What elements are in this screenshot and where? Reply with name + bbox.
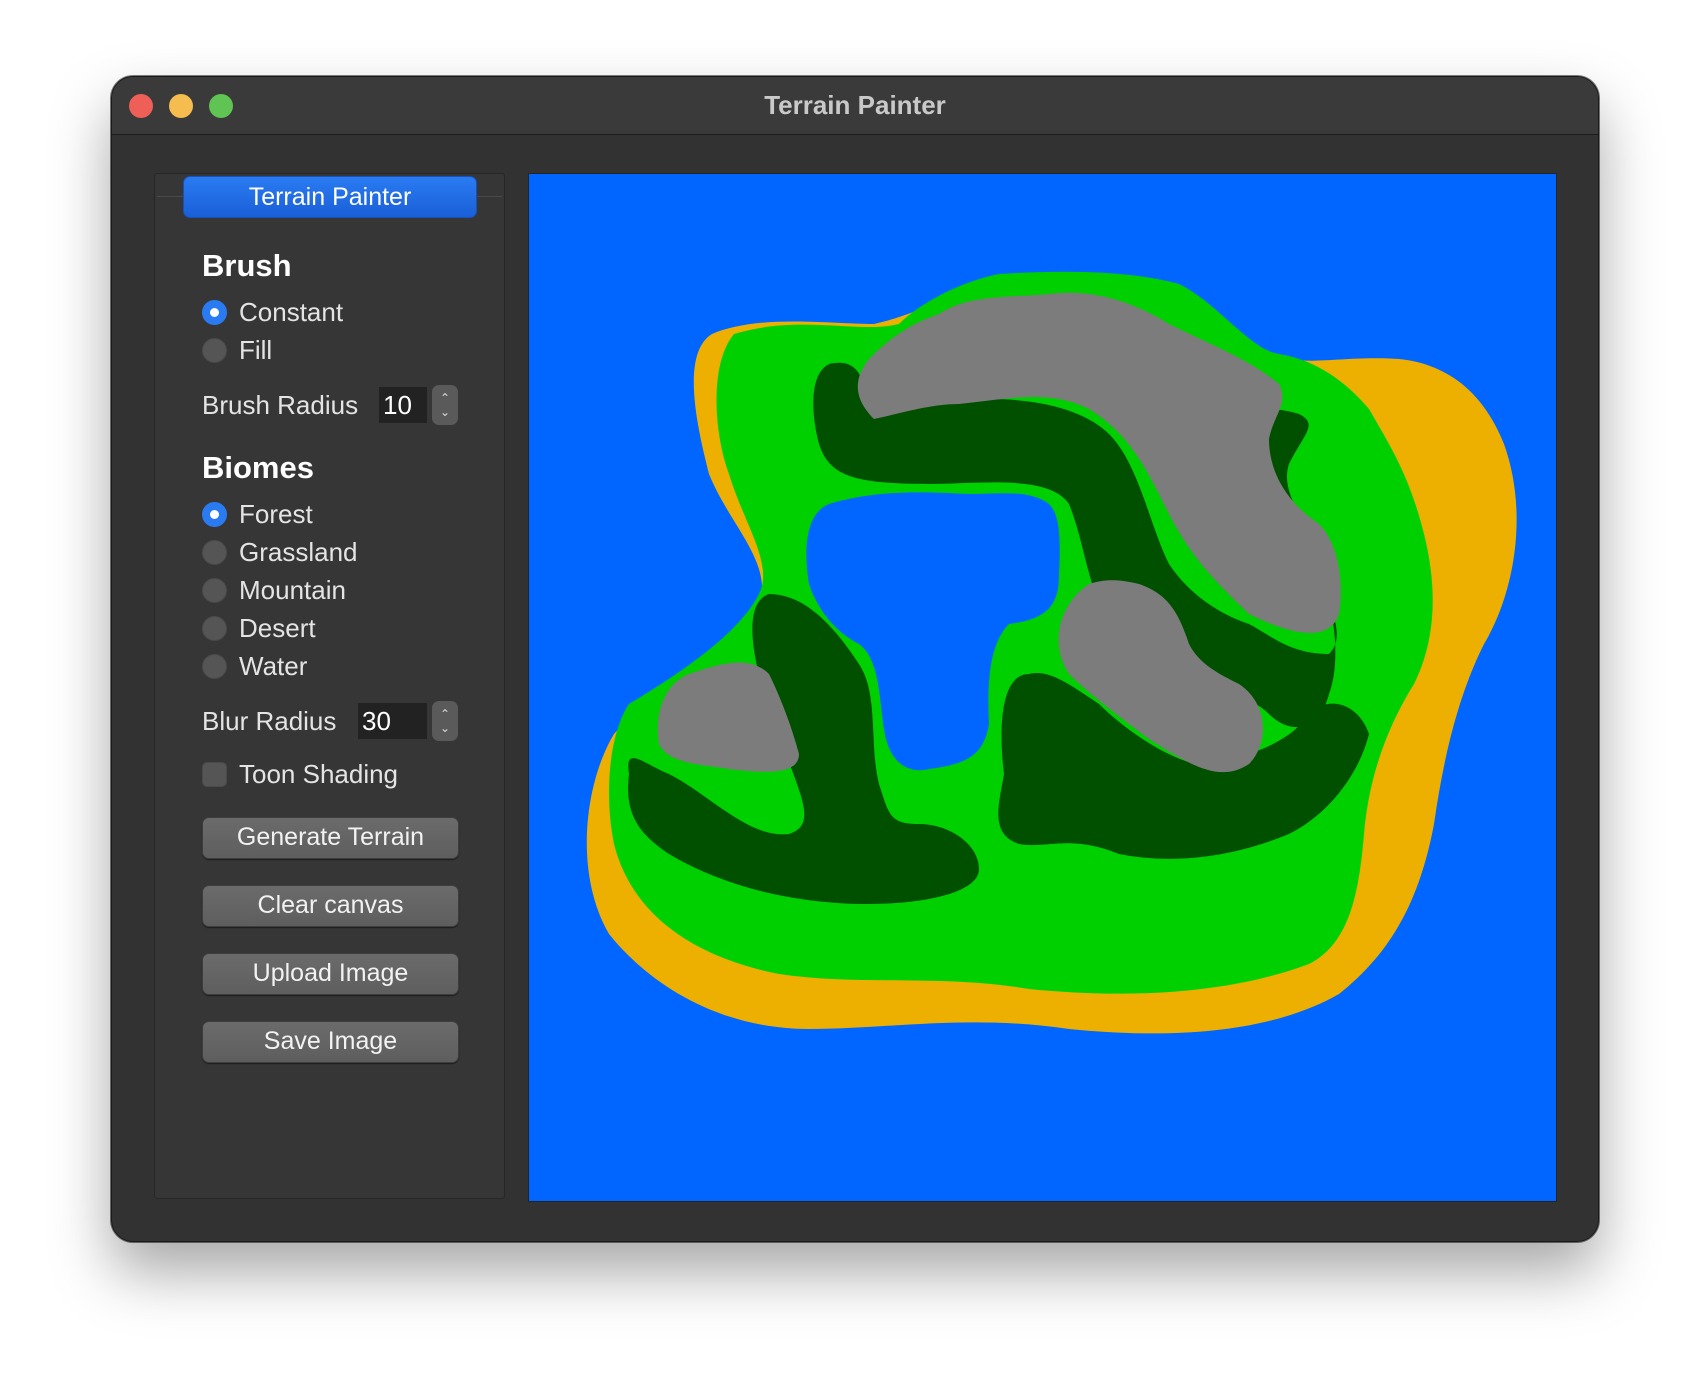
title-bar[interactable]: Terrain Painter: [112, 77, 1598, 135]
radio-label: Mountain: [239, 574, 346, 605]
control-panel: Terrain Painter Brush Constant Fill Brus…: [154, 173, 505, 1199]
blur-radius-stepper[interactable]: ⌃ ⌄: [432, 701, 458, 741]
blur-radius-control: Blur Radius 30 ⌃ ⌄: [202, 701, 462, 741]
upload-image-button[interactable]: Upload Image: [202, 953, 459, 995]
radio-label: Water: [239, 650, 308, 681]
radio-label: Desert: [239, 612, 316, 643]
brush-radius-label: Brush Radius: [202, 389, 359, 420]
stepper-down-icon[interactable]: ⌄: [440, 405, 450, 419]
biome-option-mountain[interactable]: Mountain: [202, 573, 346, 607]
radio-button[interactable]: [202, 501, 227, 527]
blur-radius-input[interactable]: 30: [358, 703, 427, 739]
biome-option-water[interactable]: Water: [202, 649, 307, 683]
biome-option-desert[interactable]: Desert: [202, 611, 316, 645]
window-title: Terrain Painter: [764, 90, 946, 120]
blur-radius-label: Blur Radius: [202, 705, 337, 736]
radio-button[interactable]: [202, 337, 227, 363]
stepper-down-icon[interactable]: ⌄: [440, 721, 450, 735]
biomes-heading: Biomes: [202, 450, 314, 485]
brush-radius-stepper[interactable]: ⌃ ⌄: [432, 385, 458, 425]
radio-button[interactable]: [202, 653, 227, 679]
stepper-up-icon[interactable]: ⌃: [440, 391, 450, 405]
terrain-canvas[interactable]: [528, 173, 1557, 1202]
radio-label: Grassland: [239, 536, 358, 567]
terrain-map: [529, 174, 1556, 1201]
checkbox-label: Toon Shading: [239, 758, 399, 789]
toon-shading-checkbox[interactable]: Toon Shading: [202, 757, 398, 791]
stepper-up-icon[interactable]: ⌃: [440, 707, 450, 721]
biome-option-forest[interactable]: Forest: [202, 497, 313, 531]
radio-label: Forest: [239, 498, 313, 529]
brush-radius-control: Brush Radius 10 ⌃ ⌄: [202, 385, 462, 425]
save-image-button[interactable]: Save Image: [202, 1021, 459, 1063]
radio-label: Constant: [239, 296, 344, 327]
group-box-title: Terrain Painter: [183, 176, 477, 218]
clear-canvas-button[interactable]: Clear canvas: [202, 885, 459, 927]
brush-radius-input[interactable]: 10: [379, 387, 427, 423]
checkbox[interactable]: [202, 761, 227, 787]
generate-terrain-button[interactable]: Generate Terrain: [202, 817, 459, 859]
radio-button[interactable]: [202, 299, 227, 325]
radio-button[interactable]: [202, 615, 227, 641]
brush-option-fill[interactable]: Fill: [202, 333, 272, 367]
brush-heading: Brush: [202, 248, 292, 283]
app-window: Terrain Painter Terrain Painter Brush Co…: [111, 76, 1599, 1242]
biome-option-grassland[interactable]: Grassland: [202, 535, 358, 569]
brush-option-constant[interactable]: Constant: [202, 295, 343, 329]
radio-button[interactable]: [202, 539, 227, 565]
radio-label: Fill: [239, 334, 273, 365]
radio-button[interactable]: [202, 577, 227, 603]
